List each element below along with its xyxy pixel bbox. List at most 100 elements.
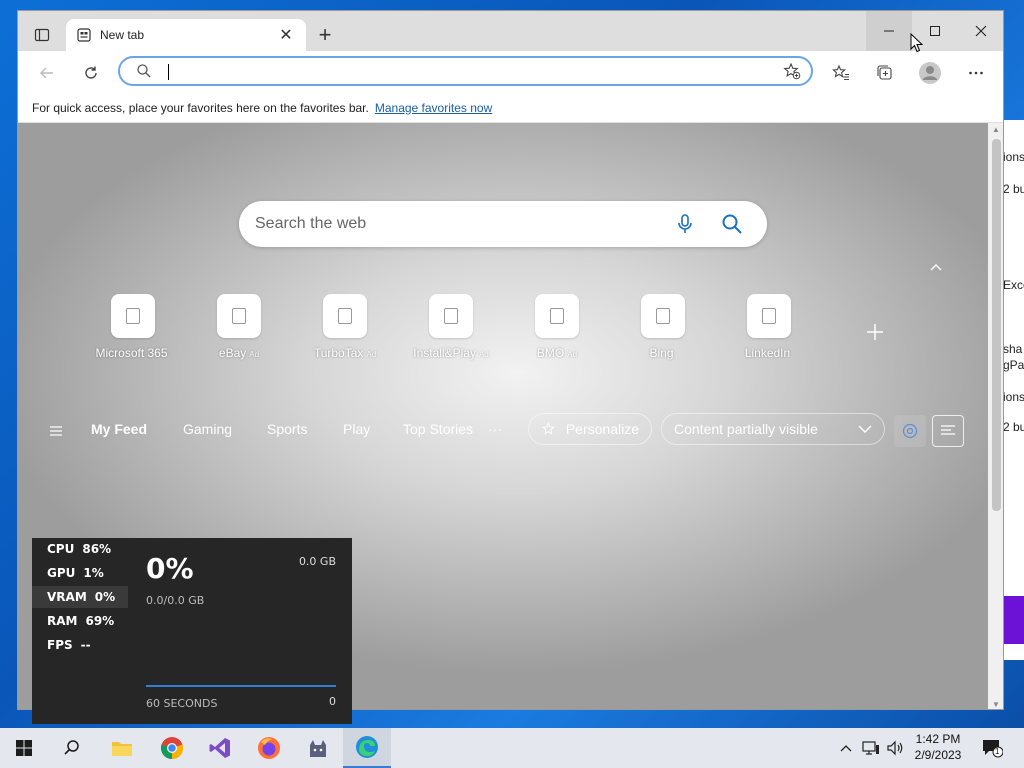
edge-icon	[356, 736, 378, 758]
new-tab-button[interactable]: +	[313, 22, 337, 47]
address-bar[interactable]	[118, 56, 813, 86]
web-search-placeholder: Search the web	[255, 215, 367, 232]
manage-favorites-link[interactable]: Manage favorites now	[375, 101, 492, 115]
tab-play[interactable]: Play	[343, 421, 370, 437]
favorites-button[interactable]	[826, 58, 856, 88]
quick-link-microsoft-365[interactable]: Microsoft 365	[88, 294, 178, 360]
tab-my-feed[interactable]: My Feed	[91, 421, 147, 437]
system-clock[interactable]: 1:42 PM 2/9/2023	[908, 731, 968, 763]
scroll-up-icon[interactable]: ▲	[992, 125, 1000, 134]
microphone-icon[interactable]	[675, 213, 695, 235]
toolbar	[18, 51, 1003, 93]
plus-icon	[867, 324, 883, 340]
close-window-button[interactable]	[958, 11, 1003, 51]
tab-top-stories[interactable]: Top Stories	[403, 421, 473, 437]
add-favorite-icon[interactable]	[783, 62, 801, 80]
clock-time: 1:42 PM	[915, 732, 961, 746]
ad-badge: Ad	[366, 350, 377, 359]
app-button[interactable]	[294, 728, 342, 768]
profile-button[interactable]	[915, 58, 945, 88]
broken-image-icon	[550, 308, 564, 324]
quick-link-tile	[217, 294, 261, 338]
back-button[interactable]	[32, 58, 62, 88]
stat-cpu[interactable]: CPU 86%	[32, 538, 128, 560]
background-text: ions	[1003, 150, 1024, 164]
quick-link-label: Microsoft 365	[95, 346, 168, 360]
network-icon	[862, 741, 879, 755]
chrome-button[interactable]	[148, 728, 196, 768]
tab-new-tab[interactable]: New tab ✕	[66, 19, 306, 51]
stat-ram[interactable]: RAM 69%	[32, 610, 128, 632]
stat-value: 86%	[82, 542, 112, 556]
personalize-button[interactable]: Personalize	[528, 413, 652, 445]
chevron-down-icon	[858, 425, 872, 433]
ad-badge: Ad	[249, 350, 260, 359]
action-center-button[interactable]: 1	[978, 736, 1006, 760]
collections-button[interactable]	[870, 58, 900, 88]
personalize-label: Personalize	[565, 421, 639, 437]
quick-link-bing[interactable]: Bing	[618, 294, 708, 360]
quick-link-installplay[interactable]: Install&Play Ad	[406, 294, 496, 360]
search-icon	[64, 740, 79, 755]
background-text: ions	[1003, 390, 1024, 404]
firefox-button[interactable]	[245, 728, 293, 768]
quick-link-tile	[641, 294, 685, 338]
visual-studio-button[interactable]	[196, 728, 244, 768]
stat-gpu[interactable]: GPU 1%	[32, 562, 128, 584]
tab-title: New tab	[100, 28, 145, 42]
feed-menu-button[interactable]	[46, 421, 66, 441]
search-button[interactable]	[48, 728, 96, 768]
maximize-icon	[930, 26, 940, 36]
settings-more-button[interactable]	[961, 58, 991, 88]
quick-link-tile	[323, 294, 367, 338]
background-text: 2 bu	[1003, 182, 1024, 196]
background-text: 2 bu	[1003, 420, 1024, 434]
refresh-button[interactable]	[76, 58, 106, 88]
network-button[interactable]	[860, 728, 882, 768]
visual-studio-icon	[209, 738, 230, 758]
quick-link-bmo[interactable]: BMO Ad	[512, 294, 602, 360]
quick-link-linkedin[interactable]: LinkedIn	[724, 294, 814, 360]
search-icon[interactable]	[721, 213, 743, 235]
vram-total: 0.0 GB	[298, 555, 336, 568]
edge-button[interactable]	[343, 728, 391, 768]
avatar	[919, 62, 941, 84]
clock-date: 2/9/2023	[914, 748, 962, 762]
broken-image-icon	[126, 308, 140, 324]
content-visibility-value: Content partially visible	[674, 421, 818, 437]
usage-graph-line	[146, 685, 336, 687]
grid-layout-button[interactable]	[894, 415, 926, 447]
more-tabs-button[interactable]: ···	[488, 421, 502, 437]
scrollbar-thumb[interactable]	[992, 139, 1001, 511]
file-explorer-button[interactable]	[98, 728, 146, 768]
list-icon	[941, 425, 955, 435]
stat-vram[interactable]: VRAM 0%	[32, 586, 128, 608]
chrome-icon	[160, 737, 184, 760]
start-button[interactable]	[0, 728, 48, 768]
tab-actions-button[interactable]	[26, 21, 58, 49]
content-visibility-select[interactable]: Content partially visible	[661, 413, 885, 445]
collapse-button[interactable]	[926, 257, 946, 277]
list-layout-button[interactable]	[932, 415, 964, 447]
stat-fps[interactable]: FPS --	[32, 634, 128, 656]
close-tab-icon[interactable]: ✕	[276, 25, 296, 45]
quick-link-label: Install&Play	[413, 346, 476, 360]
tab-sports[interactable]: Sports	[267, 421, 307, 437]
scroll-down-icon[interactable]: ▼	[992, 700, 1000, 709]
favorites-icon	[832, 64, 849, 81]
folder-icon	[112, 742, 132, 756]
firefox-icon	[258, 737, 280, 759]
add-quick-link-button[interactable]	[864, 321, 886, 343]
volume-button[interactable]	[884, 728, 906, 768]
quick-link-tile	[429, 294, 473, 338]
text-caret	[168, 64, 169, 80]
quick-link-turbotax[interactable]: TurboTax Ad	[300, 294, 390, 360]
quick-link-label: BMO	[536, 346, 565, 360]
quick-link-label: Bing	[649, 346, 674, 360]
tab-gaming[interactable]: Gaming	[183, 421, 232, 437]
web-search-box[interactable]: Search the web	[239, 201, 767, 247]
minimize-button[interactable]	[866, 11, 912, 51]
quick-link-ebay[interactable]: eBay Ad	[194, 294, 284, 360]
show-hidden-icons-button[interactable]	[836, 728, 856, 768]
page-scrollbar[interactable]: ▲ ▼	[988, 123, 1003, 709]
